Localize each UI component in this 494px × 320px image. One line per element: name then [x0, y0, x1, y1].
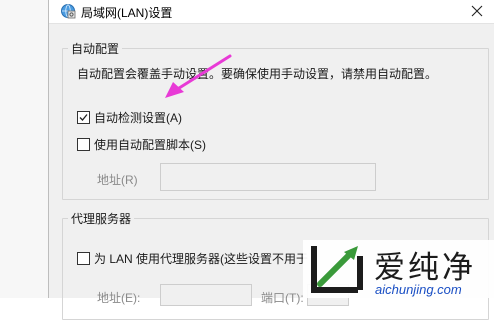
title-bar: 局域网(LAN)设置 [49, 0, 494, 24]
close-button[interactable] [460, 0, 494, 23]
script-address-input[interactable] [160, 163, 376, 191]
use-proxy-label: 为 LAN 使用代理服务器(这些设置不用于 [94, 251, 309, 266]
use-proxy-checkbox[interactable] [77, 251, 90, 265]
checkmark-icon [79, 113, 88, 121]
use-script-label: 使用自动配置脚本(S) [94, 137, 206, 152]
auto-detect-checkbox[interactable] [77, 110, 90, 124]
auto-config-description: 自动配置会覆盖手动设置。要确保使用手动设置，请禁用自动配置。 [77, 67, 438, 81]
auto-detect-option[interactable]: 自动检测设置(A) [77, 109, 182, 125]
script-address-label: 地址(R) [97, 173, 138, 187]
watermark-logo-icon [311, 246, 363, 293]
network-settings-icon [60, 3, 76, 19]
auto-config-legend: 自动配置 [68, 40, 123, 57]
proxy-legend: 代理服务器 [68, 210, 135, 227]
use-proxy-option[interactable]: 为 LAN 使用代理服务器(这些设置不用于 [77, 250, 308, 266]
watermark: 爱纯净 aichunjing.com [303, 240, 494, 298]
watermark-brand: 爱纯净 [374, 250, 476, 286]
auto-detect-label: 自动检测设置(A) [94, 110, 182, 125]
close-icon [471, 5, 483, 17]
use-script-option[interactable]: 使用自动配置脚本(S) [77, 136, 206, 152]
annotation-arrow-icon [165, 54, 232, 98]
background-window [0, 0, 48, 298]
use-script-checkbox[interactable] [77, 137, 90, 151]
proxy-address-input[interactable] [160, 284, 252, 306]
watermark-url: aichunjing.com [375, 282, 462, 297]
window-title: 局域网(LAN)设置 [81, 6, 173, 20]
